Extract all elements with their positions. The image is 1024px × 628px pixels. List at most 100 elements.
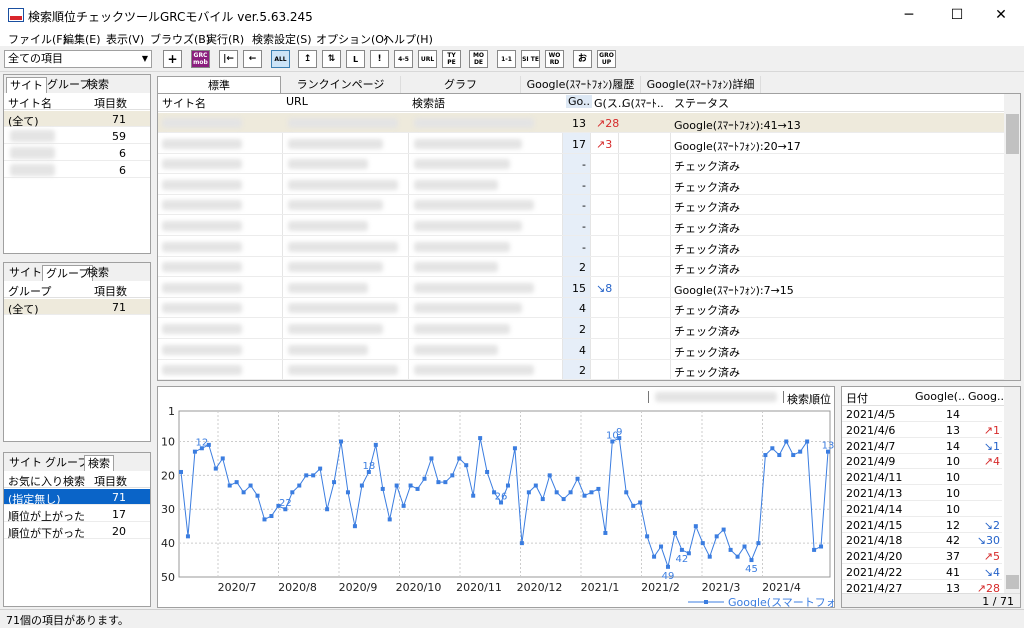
col-history-rank[interactable]: Google(.. xyxy=(915,390,965,403)
site-name: (全て) xyxy=(8,115,39,128)
tab-google-sp-detail[interactable]: Google(ｽﾏｰﾄﾌｫﾝ)詳細 xyxy=(641,76,761,94)
col-keyword[interactable]: 検索語 xyxy=(412,95,445,111)
menu-edit[interactable]: 編集(E) xyxy=(63,31,101,47)
list-item[interactable]: (指定無し) 71 xyxy=(4,489,150,506)
close-button[interactable]: ✕ xyxy=(978,0,1024,30)
list-item[interactable]: 6 xyxy=(4,145,150,161)
site-button[interactable]: SI TE xyxy=(521,50,540,68)
tab-rank-in-page[interactable]: ランクインページ xyxy=(281,76,401,94)
maximize-button[interactable]: ☐ xyxy=(934,0,980,30)
l-button[interactable]: L xyxy=(346,50,365,68)
col-history-change[interactable]: Goog.. xyxy=(968,390,1004,403)
list-item[interactable]: 順位が下がった 20 xyxy=(4,523,150,540)
history-row[interactable]: 2021/4/7 14 ↘1 xyxy=(842,439,1002,454)
group-button[interactable]: GRO UP xyxy=(597,50,616,68)
data-point xyxy=(547,473,552,478)
prev-button[interactable]: ← xyxy=(243,50,262,68)
one-to-one-button[interactable]: 1-1 xyxy=(497,50,516,68)
history-row[interactable]: 2021/4/14 10 xyxy=(842,502,1002,517)
data-point xyxy=(436,480,441,485)
tab-search[interactable]: 検索 xyxy=(84,265,112,281)
grc-mobile-button[interactable]: GRC mob xyxy=(191,50,210,68)
table-row[interactable]: 4 チェック済み xyxy=(158,340,1004,360)
all-button[interactable]: ALL xyxy=(271,50,290,68)
col-site-name[interactable]: サイト名 xyxy=(162,95,206,111)
tab-graph[interactable]: グラフ xyxy=(401,76,521,94)
menu-help[interactable]: ヘルプ(H) xyxy=(383,31,433,47)
menu-browse[interactable]: ブラウズ(B) xyxy=(150,31,210,47)
filter-select[interactable]: 全ての項目 ▼ xyxy=(4,50,152,68)
history-row[interactable]: 2021/4/18 42 ↘30 xyxy=(842,533,1002,549)
menu-file[interactable]: ファイル(F) xyxy=(8,31,67,47)
table-row[interactable]: 4 チェック済み xyxy=(158,298,1004,319)
tab-google-sp-history[interactable]: Google(ｽﾏｰﾄﾌｫﾝ)履歴 xyxy=(521,76,641,94)
menu-options[interactable]: オプション(O) xyxy=(316,31,388,47)
history-row[interactable]: 2021/4/11 10 xyxy=(842,470,1002,486)
table-row[interactable]: - チェック済み xyxy=(158,154,1004,175)
table-row[interactable]: 2 チェック済み xyxy=(158,319,1004,339)
history-scrollbar[interactable] xyxy=(1004,387,1020,593)
data-label: 13 xyxy=(822,441,834,452)
tab-search[interactable]: 検索 xyxy=(84,455,114,471)
history-row[interactable]: 2021/4/20 37 ↗5 xyxy=(842,549,1002,565)
list-item[interactable]: (全て) 71 xyxy=(4,299,150,316)
sort-button[interactable]: ⇅ xyxy=(322,50,341,68)
col-count[interactable]: 項目数 xyxy=(94,95,127,111)
col-date[interactable]: 日付 xyxy=(846,390,868,406)
col-count[interactable]: 項目数 xyxy=(94,473,127,489)
first-button[interactable]: |← xyxy=(219,50,238,68)
table-row[interactable]: 15 ↘8 Google(ｽﾏｰﾄﾌｫﾝ):7→15 xyxy=(158,278,1004,298)
data-point xyxy=(401,503,406,508)
menu-search-settings[interactable]: 検索設定(S) xyxy=(252,31,312,47)
table-row[interactable]: 2 チェック済み xyxy=(158,360,1004,380)
table-row[interactable]: 2 チェック済み xyxy=(158,257,1004,278)
table-row[interactable]: - チェック済み xyxy=(158,237,1004,257)
data-point xyxy=(345,490,350,495)
word-button[interactable]: WO RD xyxy=(545,50,564,68)
menu-view[interactable]: 表示(V) xyxy=(106,31,144,47)
favorite-button[interactable]: お xyxy=(573,50,592,68)
list-item[interactable]: (全て) 71 xyxy=(4,111,150,128)
col-google-sp[interactable]: G(ｽﾏｰﾄ.. xyxy=(622,95,664,111)
upload-button[interactable]: ↥ xyxy=(298,50,317,68)
tab-site[interactable]: サイト xyxy=(6,265,45,281)
table-row[interactable]: - チェック済み xyxy=(158,175,1004,195)
history-row[interactable]: 2021/4/6 13 ↗1 xyxy=(842,423,1002,438)
list-item[interactable]: 順位が上がった 17 xyxy=(4,506,150,523)
col-url[interactable]: URL xyxy=(286,95,308,108)
history-scrollbar-thumb[interactable] xyxy=(1006,575,1019,589)
minimize-button[interactable]: ─ xyxy=(886,0,932,30)
history-row[interactable]: 2021/4/9 10 ↗4 xyxy=(842,454,1002,470)
history-row[interactable]: 2021/4/15 12 ↘2 xyxy=(842,518,1002,533)
range-button[interactable]: 4-5 xyxy=(394,50,413,68)
table-row[interactable]: - チェック済み xyxy=(158,216,1004,236)
table-row[interactable]: - チェック済み xyxy=(158,195,1004,216)
col-google-rank[interactable]: Go.. xyxy=(566,95,593,108)
tab-standard[interactable]: 標準 xyxy=(157,76,281,94)
history-row[interactable]: 2021/4/5 14 xyxy=(842,407,1002,422)
table-row[interactable]: 13 ↗28 Google(ｽﾏｰﾄﾌｫﾝ):41→13 xyxy=(158,113,1004,133)
col-site-name[interactable]: サイト名 xyxy=(8,95,52,111)
list-item[interactable]: 59 xyxy=(4,128,150,144)
col-group[interactable]: グループ xyxy=(8,283,51,299)
history-row[interactable]: 2021/4/13 10 xyxy=(842,486,1002,501)
tab-site[interactable]: サイト xyxy=(6,77,47,93)
history-row[interactable]: 2021/4/22 41 ↘4 xyxy=(842,565,1002,580)
type-button[interactable]: TY PE xyxy=(442,50,461,68)
add-item-button[interactable]: + xyxy=(163,50,182,68)
url-button[interactable]: URL xyxy=(418,50,437,68)
table-row[interactable]: 17 ↗3 Google(ｽﾏｰﾄﾌｫﾝ):20→17 xyxy=(158,134,1004,154)
mode-button[interactable]: MO DE xyxy=(469,50,488,68)
menu-run[interactable]: 実行(R) xyxy=(206,31,244,47)
data-point xyxy=(777,453,782,458)
tab-site[interactable]: サイト xyxy=(6,455,45,471)
tab-search[interactable]: 検索 xyxy=(84,77,112,93)
col-favorite[interactable]: お気に入り検索 xyxy=(8,473,85,489)
grid-scrollbar-thumb[interactable] xyxy=(1006,114,1019,154)
col-status[interactable]: ステータス xyxy=(674,95,729,111)
list-item[interactable]: 6 xyxy=(4,162,150,178)
col-count[interactable]: 項目数 xyxy=(94,283,127,299)
col-google-change[interactable]: G(ス.. xyxy=(594,95,625,111)
grid-scrollbar[interactable] xyxy=(1004,94,1020,380)
alert-button[interactable]: ! xyxy=(370,50,389,68)
